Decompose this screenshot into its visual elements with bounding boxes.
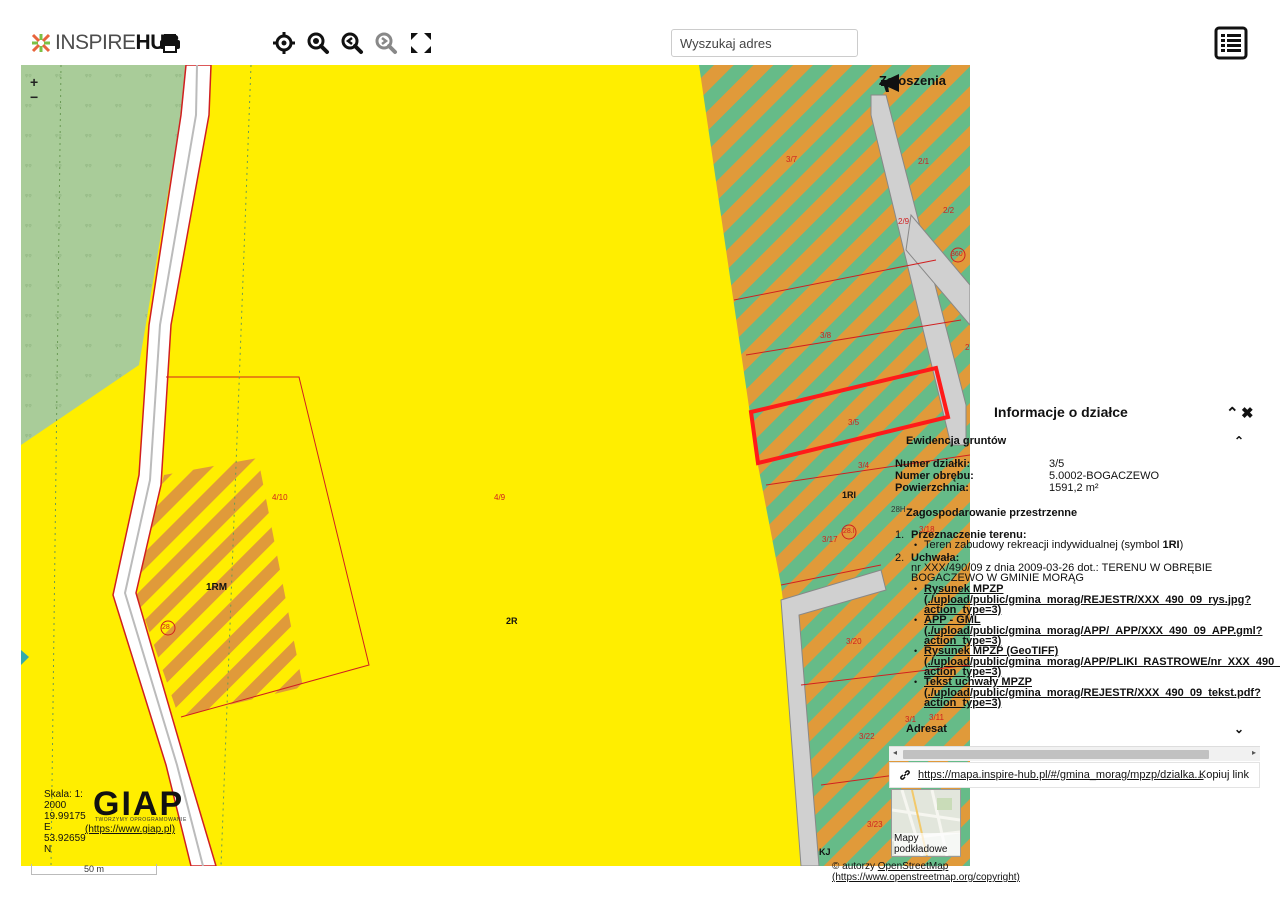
close-panel-icon[interactable]: ✖ — [1241, 404, 1254, 422]
giap-link[interactable]: (https://www.giap.pl) — [85, 824, 175, 835]
parcel-label: 2/2 — [943, 206, 955, 215]
fullscreen-icon[interactable] — [409, 31, 433, 55]
share-url[interactable]: https://mapa.inspire-hub.pl/#/gmina_mora… — [918, 769, 1204, 781]
chevron-down-icon[interactable]: ⌄ — [1234, 722, 1244, 736]
address-search-input[interactable] — [671, 29, 858, 57]
parcel-label: 2/9 — [898, 217, 910, 226]
parcel-label: 2/1 — [918, 157, 930, 166]
numer-dzialki-value: 3/5 — [1049, 458, 1065, 470]
toolbar: INSPIREHUB — [0, 0, 1280, 64]
bullet-icon: • — [914, 615, 918, 625]
bullet-icon: • — [914, 540, 918, 550]
scale-bar: 50 m — [31, 864, 157, 875]
osm-link[interactable]: OpenStreetMap — [878, 861, 949, 872]
zoom-next-icon[interactable] — [374, 31, 398, 55]
przeznaczenie-number: 1. — [895, 529, 905, 541]
giap-tagline: TWORZYMY OPROGRAMOWANIE — [95, 817, 187, 823]
powierzchnia-label: Powierzchnia: — [895, 482, 969, 494]
link-rysunek-geotiff[interactable]: Rysunek MPZP (GeoTIFF) (./upload/public/g… — [924, 646, 1280, 678]
uchwala-line2: BOGACZEWO W GMINIE MORĄG — [911, 572, 1084, 584]
horizontal-scrollbar[interactable]: ◂ ▸ — [889, 746, 1260, 761]
zoom-previous-icon[interactable] — [340, 31, 364, 55]
parcel-label: 3/22 — [859, 732, 875, 741]
osm-copyright-link[interactable]: (https://www.openstreetmap.org/copyright… — [832, 872, 1020, 883]
numer-obrebu-value: 5.0002-BOGACZEWO — [1049, 470, 1160, 482]
share-link-bar: https://mapa.inspire-hub.pl/#/gmina_mora… — [889, 762, 1260, 788]
parcel-label-selected: 3/5 — [848, 418, 860, 427]
parcel-label: 3/7 — [786, 155, 798, 164]
inspirehub-logo-icon — [31, 33, 51, 53]
zoom-to-extent-icon[interactable] — [306, 31, 330, 55]
link-rysunek-mpzp[interactable]: Rysunek MPZP (./upload/public/gmina_morag… — [924, 584, 1251, 616]
uchwala-number: 2. — [895, 552, 905, 564]
collapse-panel-icon[interactable]: ⌃ — [1226, 404, 1239, 422]
zone-symbol: 1RI — [842, 490, 857, 500]
parcel-label: 3/8 — [820, 331, 832, 340]
parcel-label: 2 — [965, 343, 970, 352]
numer-obrebu-label: Numer obrębu: — [895, 470, 974, 482]
section-adresat[interactable]: Adresat — [906, 723, 947, 735]
bullet-icon: • — [914, 677, 918, 687]
copy-link-button[interactable]: Kopiuj link — [1199, 769, 1249, 781]
przeznaczenie-text: Teren zabudowy rekreacji indywidualnej (… — [924, 539, 1184, 551]
link-icon — [900, 770, 910, 780]
map-canvas[interactable]: ᵠᵠ — [21, 65, 970, 866]
zone-symbol: KJ — [819, 847, 831, 857]
print-icon[interactable] — [158, 31, 182, 55]
map-view[interactable]: ᵠᵠ — [21, 65, 970, 866]
parcel-label: 3/20 — [846, 637, 862, 646]
locate-icon[interactable] — [272, 31, 296, 55]
scroll-right-icon[interactable]: ▸ — [1252, 748, 1256, 757]
bullet-icon: • — [914, 584, 918, 594]
osm-attribution: © autorzy OpenStreetMap (https://www.ope… — [832, 861, 1020, 883]
powierzchnia-value: 1591,2 m² — [1049, 482, 1099, 494]
basemaps-label: Mapy podkładowe — [894, 833, 960, 855]
zone-symbol: 1RM — [206, 582, 228, 593]
parcel-label: 3/11 — [929, 713, 944, 722]
link-tekst-uchwaly[interactable]: Tekst uchwały MPZP (./upload/public/gmina… — [924, 677, 1261, 709]
parcel-label: 3/4 — [858, 461, 870, 470]
numer-dzialki-label: Numer działki: — [895, 458, 971, 470]
legend-list-icon[interactable] — [1214, 26, 1248, 60]
marker-label: 28 — [162, 624, 170, 631]
parcel-label: 3/17 — [822, 535, 838, 544]
link-app-gml[interactable]: APP - GML (./upload/public/gmina_morag/AP… — [924, 615, 1262, 647]
parcel-label: 4/9 — [494, 493, 506, 502]
section-ewidencja[interactable]: Ewidencja gruntów — [906, 435, 1006, 447]
zoom-in-button[interactable]: + — [30, 75, 44, 89]
zgloszenia-button[interactable]: Zgłoszenia — [879, 73, 946, 92]
parcel-label: 3/23 — [867, 820, 883, 829]
marker-label: 28.I — [843, 528, 855, 535]
section-zagospodarowanie[interactable]: Zagospodarowanie przestrzenne — [906, 507, 1077, 519]
info-panel-title: Informacje o działce — [994, 404, 1128, 420]
parcel-label: 4/10 — [272, 493, 288, 502]
scale-info: Skala: 1: 2000 19.99175 E 53.92659 N — [44, 789, 86, 855]
zone-symbol: 2R — [506, 616, 518, 626]
bullet-icon: • — [914, 646, 918, 656]
chevron-up-icon[interactable]: ⌃ — [1234, 434, 1244, 448]
basemaps-switcher[interactable]: Mapy podkładowe — [891, 789, 961, 857]
megaphone-icon — [880, 74, 899, 92]
scroll-left-icon[interactable]: ◂ — [893, 748, 897, 757]
marker-label: 360 — [951, 251, 963, 258]
marker-label: 28H — [891, 505, 906, 514]
scrollbar-thumb[interactable] — [903, 750, 1209, 759]
zoom-out-button[interactable]: − — [30, 90, 44, 104]
